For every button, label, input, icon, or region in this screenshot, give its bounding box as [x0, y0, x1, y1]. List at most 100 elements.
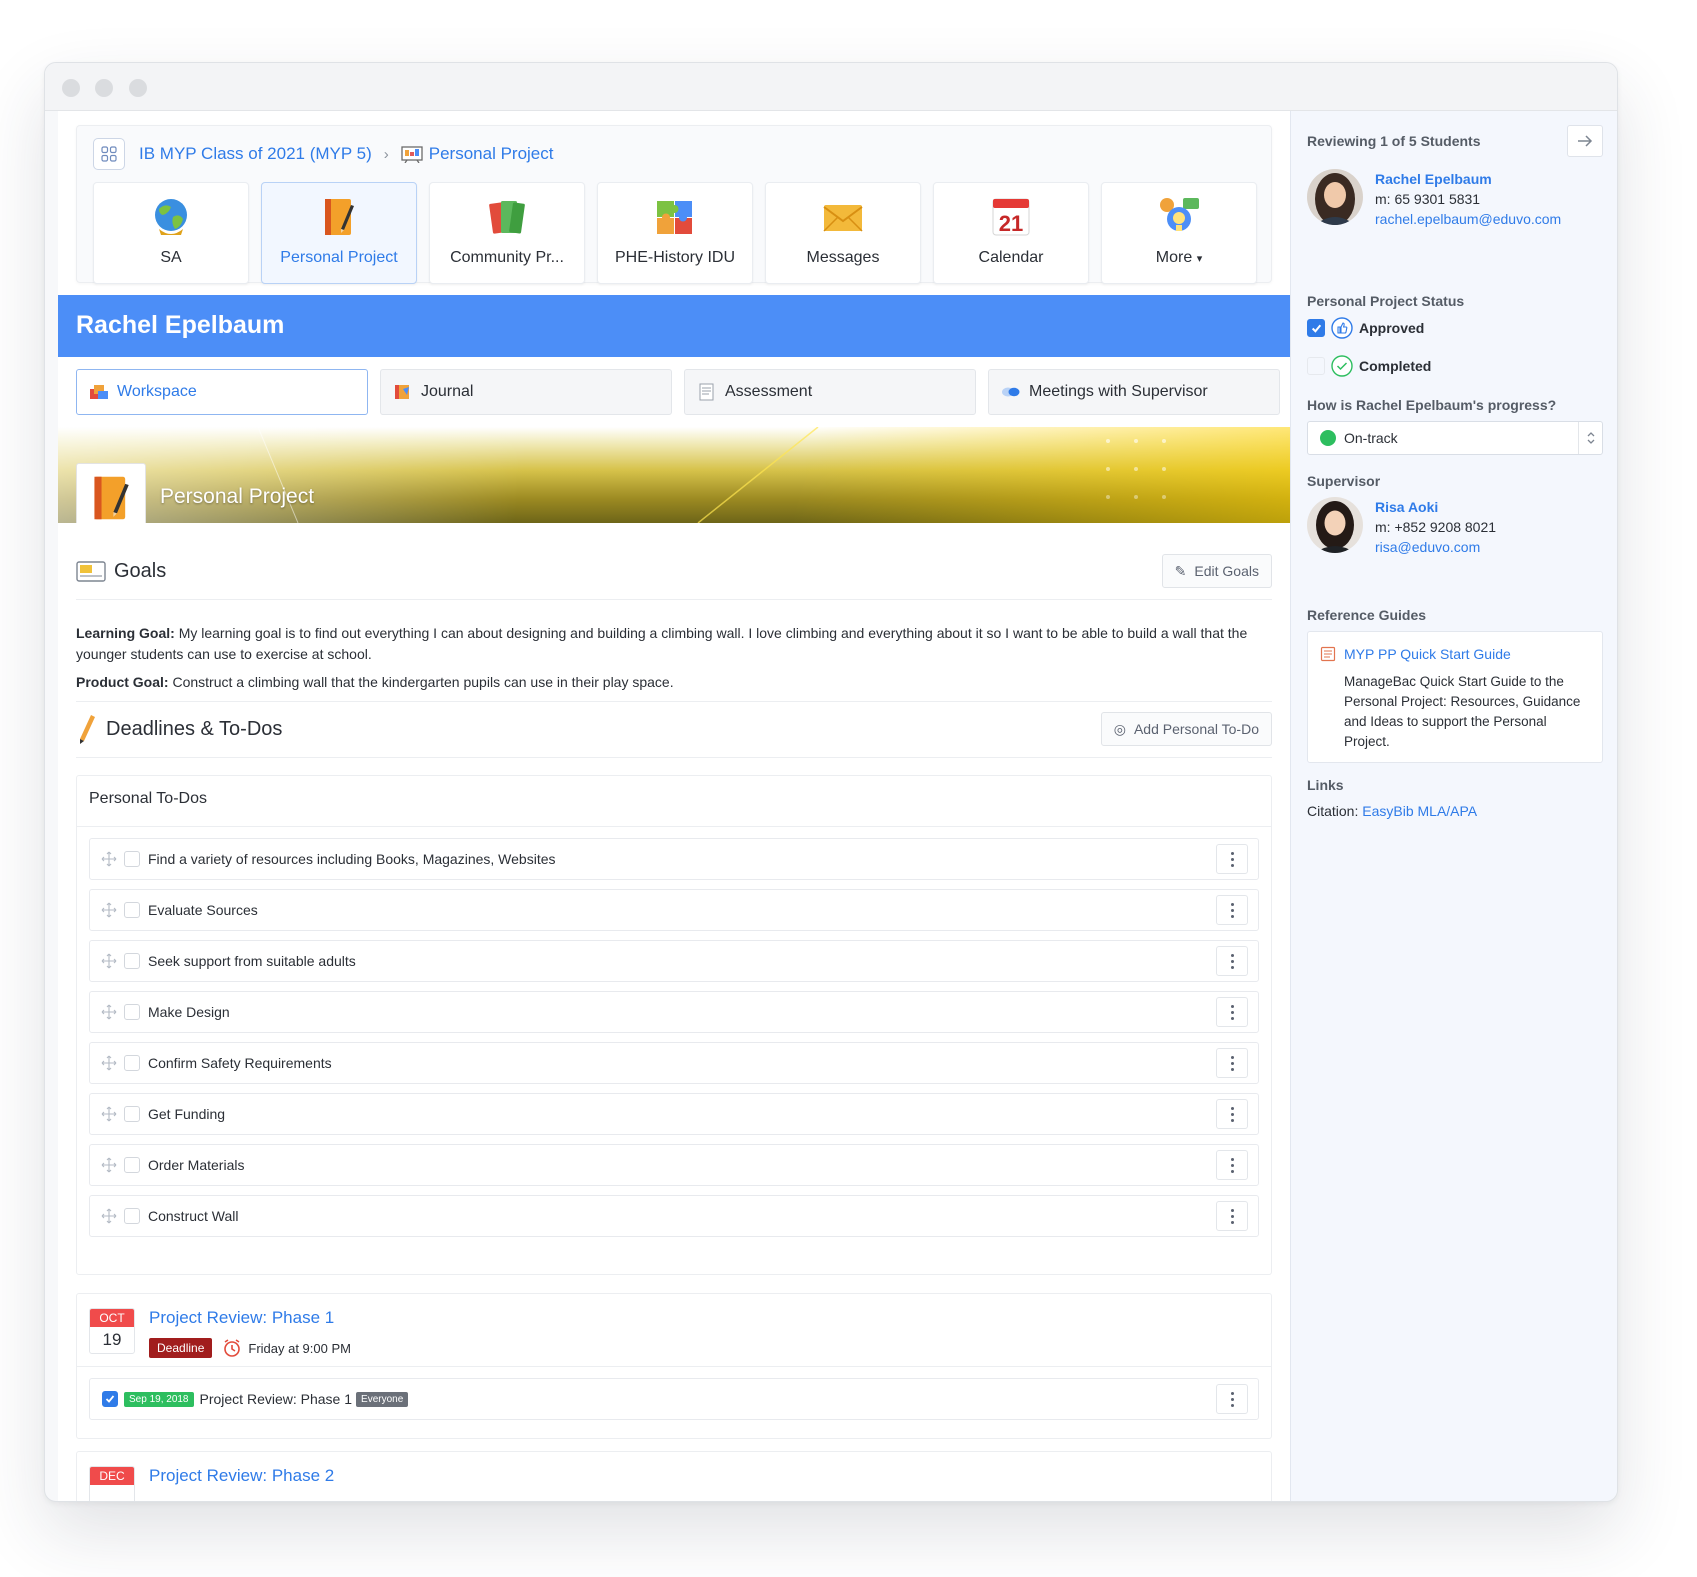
supervisor-card: Risa Aoki m: +852 9208 8021 risa@eduvo.c…: [1307, 497, 1496, 557]
window-close-dot[interactable]: [62, 79, 80, 97]
tab-journal[interactable]: Journal: [380, 369, 672, 415]
todo-menu-button[interactable]: [1216, 844, 1248, 874]
drag-handle-icon[interactable]: [100, 1207, 118, 1225]
next-student-button[interactable]: [1567, 125, 1603, 157]
citation-label: Citation:: [1307, 803, 1359, 819]
progress-question: How is Rachel Epelbaum's progress?: [1307, 397, 1557, 413]
app-tile-more[interactable]: More ▾: [1101, 182, 1257, 284]
caret-down-icon: ▾: [1196, 253, 1203, 265]
pencil-icon: ✎: [1174, 562, 1187, 579]
todo-row: Get Funding: [89, 1093, 1259, 1135]
completed-checkbox[interactable]: [1307, 357, 1325, 375]
app-tile-messages[interactable]: Messages: [765, 182, 921, 284]
edit-goals-button[interactable]: ✎ Edit Goals: [1161, 554, 1272, 588]
subtask-checkbox[interactable]: [102, 1391, 118, 1407]
reference-guides-title: Reference Guides: [1307, 607, 1427, 623]
drag-handle-icon[interactable]: [100, 1105, 118, 1123]
tab-assessment[interactable]: Assessment: [684, 369, 976, 415]
tab-label: Assessment: [725, 383, 813, 400]
calendar-date-badge: DEC: [89, 1466, 135, 1501]
deadline-title-link[interactable]: Project Review: Phase 1: [149, 1308, 334, 1328]
books-icon: [489, 201, 525, 234]
drag-handle-icon[interactable]: [100, 952, 118, 970]
journal-icon: [395, 385, 409, 399]
todo-checkbox[interactable]: [124, 1004, 140, 1020]
app-tile-calendar[interactable]: 21 Calendar: [933, 182, 1089, 284]
grid-icon[interactable]: [93, 138, 125, 170]
todo-menu-button[interactable]: [1216, 946, 1248, 976]
todo-menu-button[interactable]: [1216, 1048, 1248, 1078]
envelope-icon: [823, 205, 863, 232]
add-personal-todo-button[interactable]: ◎ Add Personal To-Do: [1100, 712, 1272, 746]
student-name-link[interactable]: Rachel Epelbaum: [1375, 169, 1561, 189]
calendar-month: DEC: [90, 1467, 134, 1485]
breadcrumb-current-link[interactable]: Personal Project: [429, 144, 554, 164]
subtask-menu-button[interactable]: [1216, 1384, 1248, 1414]
check-circle-icon: [1331, 355, 1353, 377]
assessment-icon: [699, 383, 714, 401]
deadline-title-link[interactable]: Project Review: Phase 2: [149, 1466, 334, 1486]
window-maximize-dot[interactable]: [129, 79, 147, 97]
student-email-link[interactable]: rachel.epelbaum@eduvo.com: [1375, 209, 1561, 229]
breadcrumb-class-link[interactable]: IB MYP Class of 2021 (MYP 5): [139, 144, 372, 164]
supervisor-info: Risa Aoki m: +852 9208 8021 risa@eduvo.c…: [1375, 497, 1496, 557]
tab-workspace[interactable]: Workspace: [76, 369, 368, 415]
deadline-item: OCT 19 Project Review: Phase 1 Deadline …: [76, 1293, 1272, 1439]
app-launcher: SA Personal Project Community Pr... PHE-…: [93, 182, 1257, 284]
todo-checkbox[interactable]: [124, 1055, 140, 1071]
thumbs-up-icon: [1331, 317, 1353, 339]
student-card: Rachel Epelbaum m: 65 9301 5831 rachel.e…: [1307, 169, 1561, 229]
project-banner: Personal Project: [58, 427, 1290, 523]
todo-checkbox[interactable]: [124, 851, 140, 867]
guide-title: MYP PP Quick Start Guide: [1344, 646, 1511, 662]
more-vertical-icon: [1230, 953, 1234, 969]
more-vertical-icon: [1230, 902, 1234, 918]
check-icon: [1311, 324, 1321, 333]
progress-select[interactable]: On-track: [1307, 421, 1603, 455]
drag-handle-icon[interactable]: [100, 1156, 118, 1174]
goals-header: Goals ✎ Edit Goals: [76, 549, 1272, 593]
todo-checkbox[interactable]: [124, 1157, 140, 1173]
todo-text: Evaluate Sources: [148, 902, 258, 918]
todo-text: Confirm Safety Requirements: [148, 1055, 332, 1071]
window-titlebar: [45, 63, 1617, 111]
tab-label: Workspace: [117, 383, 197, 400]
product-goal: Product Goal: Construct a climbing wall …: [76, 672, 1272, 693]
todo-checkbox[interactable]: [124, 1106, 140, 1122]
todo-menu-button[interactable]: [1216, 895, 1248, 925]
supervisor-email-link[interactable]: risa@eduvo.com: [1375, 537, 1496, 557]
deadline-meta: Deadline Friday at 9:00 PM: [149, 1338, 351, 1358]
drag-handle-icon[interactable]: [100, 850, 118, 868]
tab-meetings-with-supervisor[interactable]: Meetings with Supervisor: [988, 369, 1280, 415]
approved-checkbox[interactable]: [1307, 319, 1325, 337]
todo-checkbox[interactable]: [124, 953, 140, 969]
deadline-item: DEC Project Review: Phase 2: [76, 1451, 1272, 1501]
todo-menu-button[interactable]: [1216, 997, 1248, 1027]
app-tile-sa[interactable]: SA: [93, 182, 249, 284]
app-tile-phe-history-idu[interactable]: PHE-History IDU: [597, 182, 753, 284]
banner-title: Personal Project: [160, 485, 315, 508]
todo-checkbox[interactable]: [124, 1208, 140, 1224]
notebook-icon: [94, 476, 129, 520]
app-tile-personal-project[interactable]: Personal Project: [261, 182, 417, 284]
todo-menu-button[interactable]: [1216, 1150, 1248, 1180]
app-label: SA: [160, 249, 182, 266]
guide-title-link[interactable]: MYP PP Quick Start Guide: [1320, 646, 1511, 662]
main-content: IB MYP Class of 2021 (MYP 5) › Personal …: [58, 111, 1290, 1501]
calendar-day: 19: [102, 1330, 122, 1349]
more-label: More: [1155, 249, 1193, 266]
drag-handle-icon[interactable]: [100, 901, 118, 919]
check-icon: [105, 1395, 115, 1403]
todo-menu-button[interactable]: [1216, 1099, 1248, 1129]
drag-handle-icon[interactable]: [100, 1054, 118, 1072]
todo-menu-button[interactable]: [1216, 1201, 1248, 1231]
todo-checkbox[interactable]: [124, 902, 140, 918]
window-minimize-dot[interactable]: [95, 79, 113, 97]
drag-handle-icon[interactable]: [100, 1003, 118, 1021]
notebook-icon: [325, 199, 354, 235]
more-vertical-icon: [1230, 1157, 1234, 1173]
citation-link[interactable]: EasyBib MLA/APA: [1362, 803, 1477, 819]
supervisor-name-link[interactable]: Risa Aoki: [1375, 497, 1496, 517]
deadline-badge: Deadline: [149, 1338, 213, 1358]
app-tile-community-project[interactable]: Community Pr...: [429, 182, 585, 284]
